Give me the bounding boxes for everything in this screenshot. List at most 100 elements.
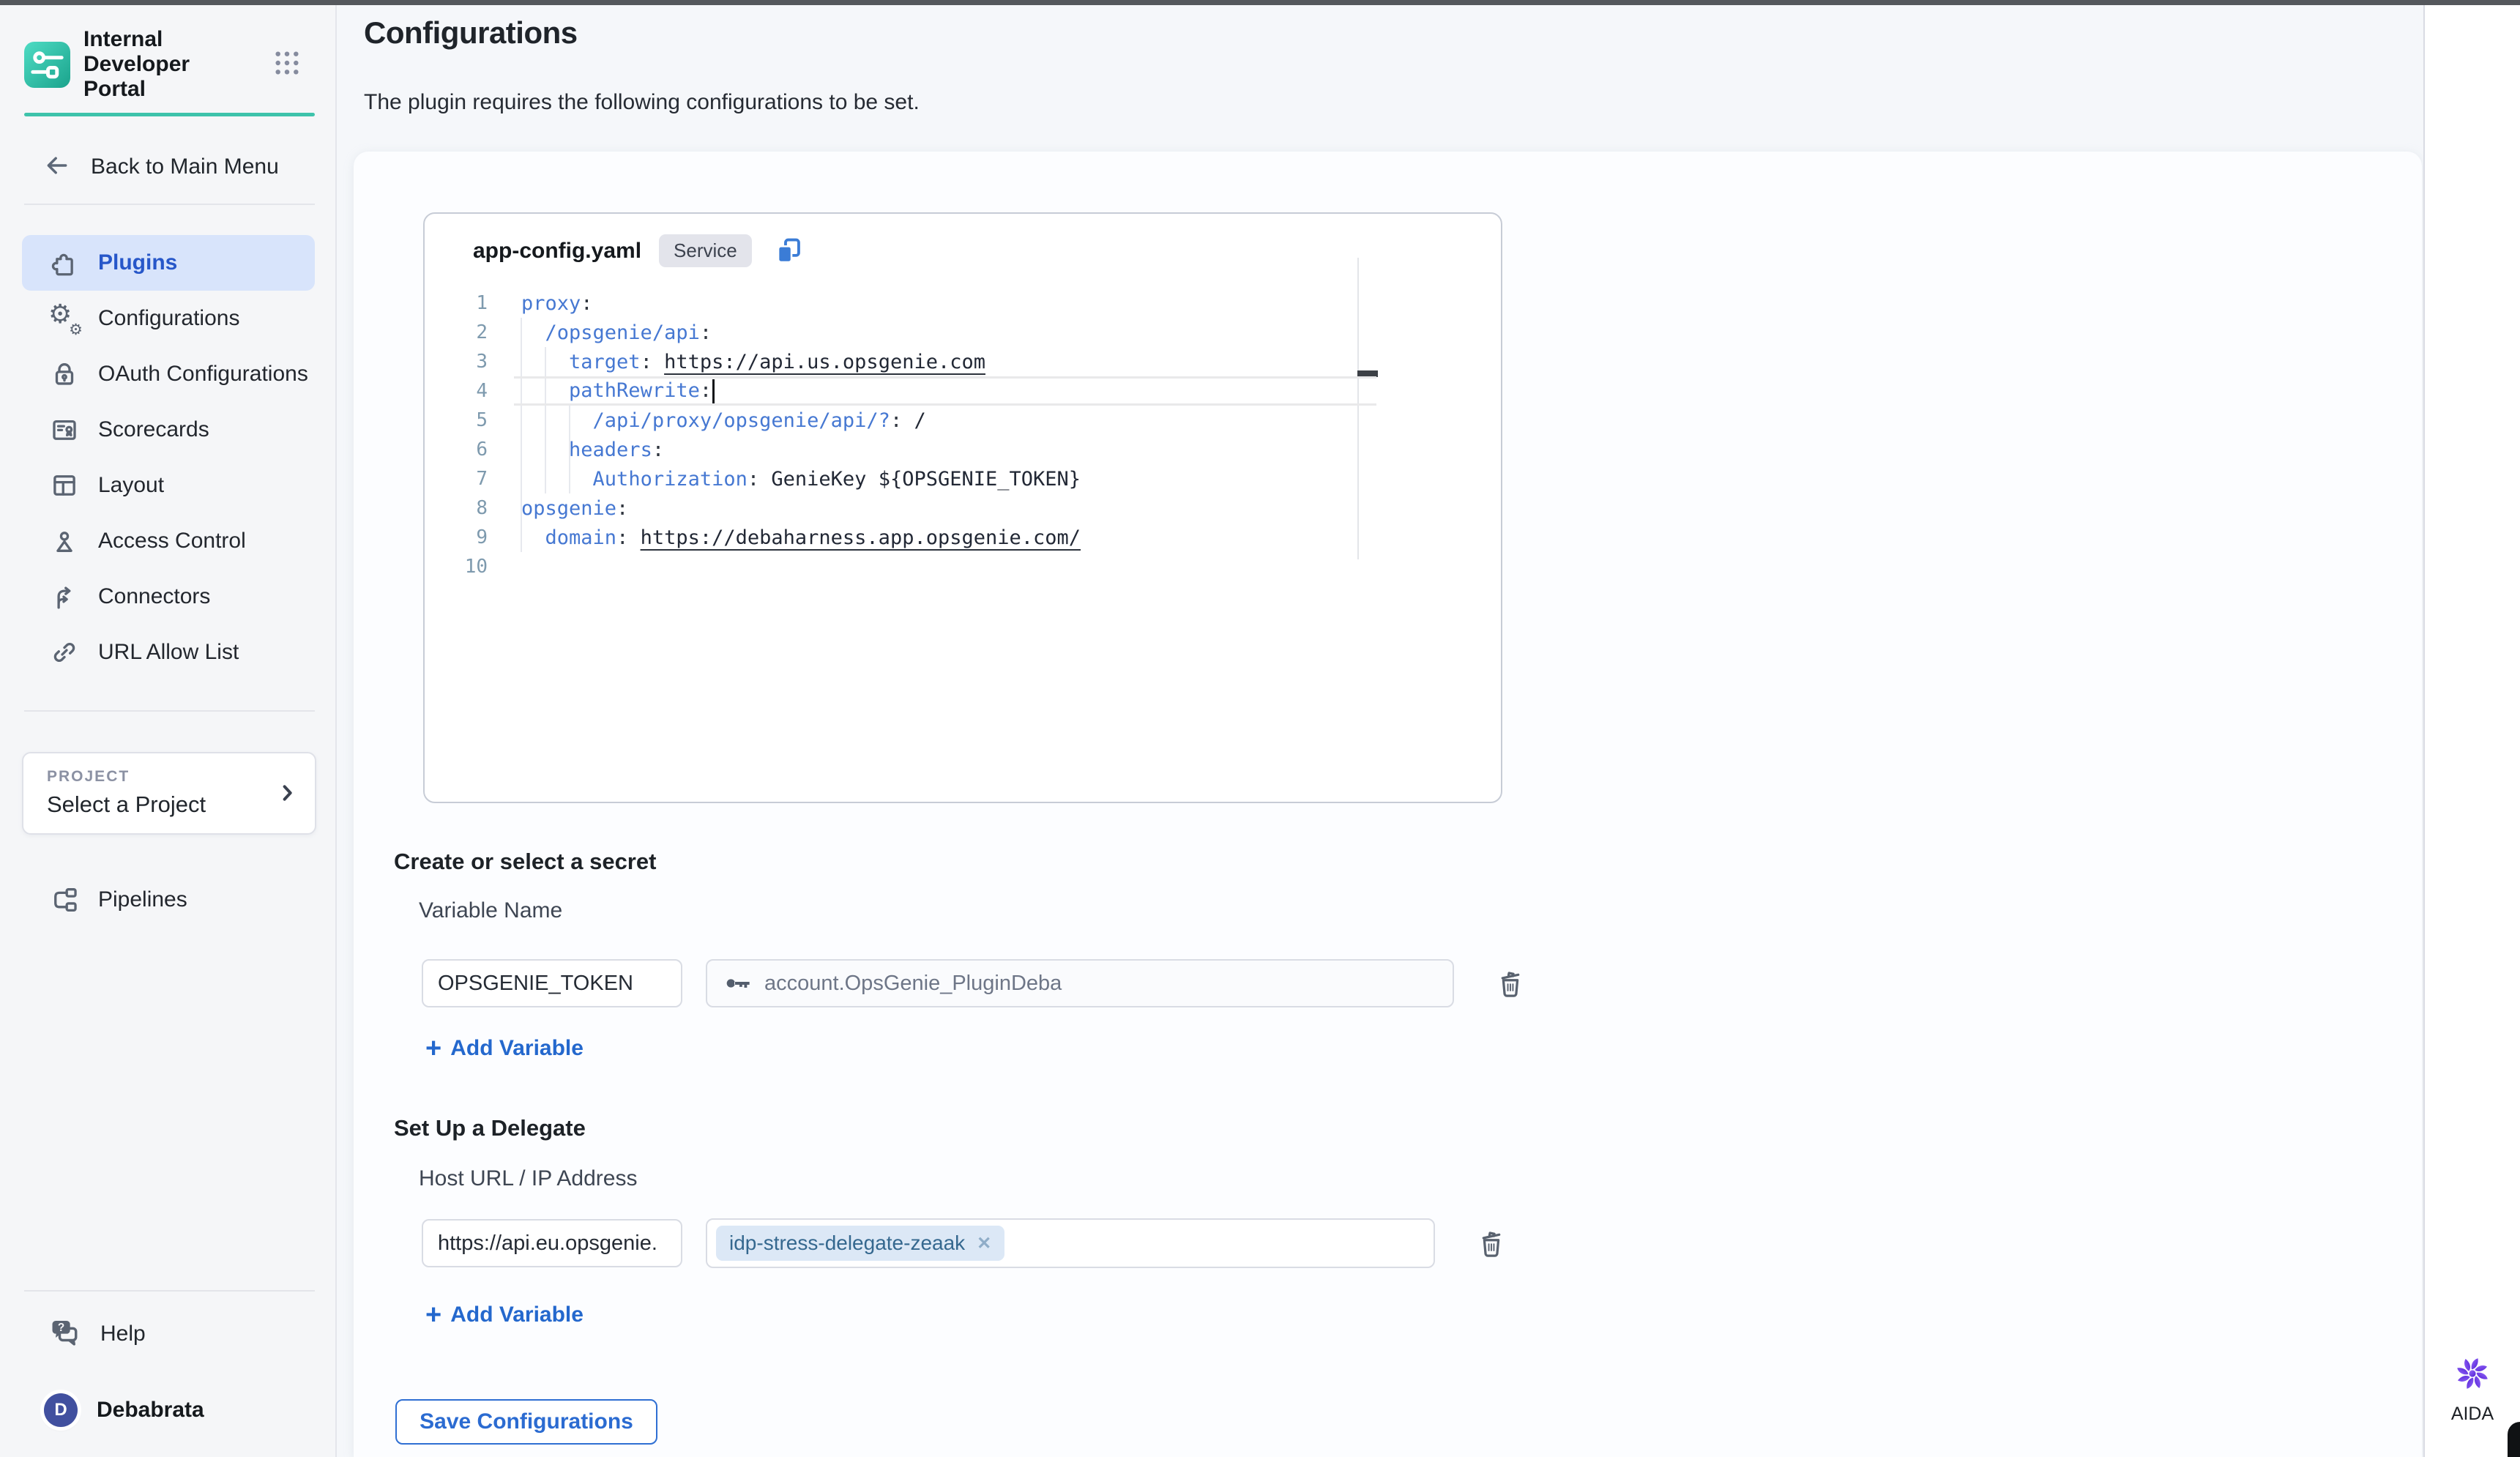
sidebar-item-configurations[interactable]: ⚙⚙ Configurations xyxy=(22,291,315,346)
sidebar-item-label: OAuth Configurations xyxy=(98,362,308,387)
code-line: 8opsgenie: xyxy=(425,493,1499,523)
main-content: Configurations The plugin requires the f… xyxy=(338,5,2422,1457)
help-button[interactable]: ? Help xyxy=(48,1315,146,1352)
sidebar-item-oauth-configurations[interactable]: OAuth Configurations xyxy=(22,346,315,402)
close-icon[interactable]: ✕ xyxy=(977,1233,991,1254)
sidebar-item-label: Connectors xyxy=(98,584,210,609)
trash-icon[interactable] xyxy=(1494,966,1527,1000)
code-line: 10 xyxy=(425,552,1499,581)
project-selector[interactable]: PROJECT Select a Project xyxy=(22,752,316,835)
aida-label: AIDA xyxy=(2451,1404,2494,1425)
page-title: Configurations xyxy=(364,15,578,51)
delegate-tag-label: idp-stress-delegate-zeaak xyxy=(729,1231,965,1255)
add-variable-label: Add Variable xyxy=(450,1036,584,1061)
code-text: /opsgenie/api: xyxy=(488,321,712,344)
editor-filename: app-config.yaml xyxy=(473,239,641,264)
user-menu[interactable]: D Debabrata xyxy=(44,1393,204,1427)
code-line: 2 /opsgenie/api: xyxy=(425,318,1499,347)
code-text: headers: xyxy=(488,439,664,461)
key-icon xyxy=(723,969,753,998)
help-icon: ? xyxy=(48,1315,81,1352)
sidebar-item-connectors[interactable]: Connectors xyxy=(22,569,315,625)
delegate-section-heading: Set Up a Delegate xyxy=(394,1115,586,1141)
lock-icon xyxy=(48,358,81,390)
grid-apps-icon[interactable] xyxy=(272,48,302,81)
code-text: domain: https://debaharness.app.opsgenie… xyxy=(488,526,1081,549)
window-top-edge xyxy=(0,0,2520,5)
back-to-main-menu[interactable]: Back to Main Menu xyxy=(42,149,279,185)
host-url-input[interactable] xyxy=(422,1219,682,1267)
add-variable-button[interactable]: + Add Variable xyxy=(425,1036,584,1061)
divider xyxy=(24,204,315,205)
save-configurations-button[interactable]: Save Configurations xyxy=(395,1399,657,1445)
help-label: Help xyxy=(100,1322,146,1346)
sidebar-item-access-control[interactable]: Access Control xyxy=(22,513,315,569)
connectors-icon xyxy=(48,581,81,613)
line-number: 1 xyxy=(425,292,488,314)
code-line: 5 /api/proxy/opsgenie/api/?: / xyxy=(425,406,1499,435)
brand-underline xyxy=(24,113,315,116)
divider xyxy=(24,710,315,712)
add-variable-label: Add Variable xyxy=(450,1303,584,1327)
aida-widget[interactable]: AIDA xyxy=(2425,1352,2520,1425)
secret-value: account.OpsGenie_PluginDeba xyxy=(764,972,1062,996)
aida-flower-icon xyxy=(2450,1352,2494,1399)
code-line: 9 domain: https://debaharness.app.opsgen… xyxy=(425,523,1499,552)
line-number: 9 xyxy=(425,526,488,548)
code-text: target: https://api.us.opsgenie.com xyxy=(488,351,985,373)
sidebar-item-label: Access Control xyxy=(98,529,246,554)
corner-overlay xyxy=(2508,1422,2520,1457)
code-line: 6 headers: xyxy=(425,435,1499,464)
sidebar: Internal Developer Portal Back to Main M… xyxy=(0,5,337,1457)
secret-select-field[interactable]: account.OpsGenie_PluginDeba xyxy=(706,959,1454,1007)
copy-icon[interactable] xyxy=(772,235,805,267)
line-number: 6 xyxy=(425,439,488,461)
variable-name-label: Variable Name xyxy=(419,898,562,923)
brand-title: Internal Developer Portal xyxy=(83,27,258,102)
sidebar-item-label: Plugins xyxy=(98,250,177,275)
layout-icon xyxy=(48,469,81,502)
variable-name-input[interactable] xyxy=(422,959,682,1007)
host-url-label: Host URL / IP Address xyxy=(419,1166,637,1191)
trash-icon[interactable] xyxy=(1475,1226,1508,1260)
sidebar-item-scorecards[interactable]: Scorecards xyxy=(22,402,315,458)
line-number: 2 xyxy=(425,321,488,343)
link-icon xyxy=(48,636,81,668)
code-text: pathRewrite: xyxy=(488,379,715,403)
add-variable-button[interactable]: + Add Variable xyxy=(425,1303,584,1327)
line-number: 4 xyxy=(425,380,488,402)
sidebar-item-layout[interactable]: Layout xyxy=(22,458,315,513)
project-eyebrow: PROJECT xyxy=(47,768,297,786)
idp-logo xyxy=(24,42,70,88)
gears-icon: ⚙⚙ xyxy=(48,302,81,335)
pipelines-icon xyxy=(48,884,81,916)
sidebar-item-url-allow-list[interactable]: URL Allow List xyxy=(22,625,315,680)
code-line: 1proxy: xyxy=(425,288,1499,318)
sidebar-item-plugins[interactable]: Plugins xyxy=(22,235,315,291)
divider xyxy=(24,1290,315,1292)
chevron-right-icon xyxy=(275,781,299,808)
sidebar-item-label: URL Allow List xyxy=(98,640,239,665)
code-text: Authorization: GenieKey ${OPSGENIE_TOKEN… xyxy=(488,468,1081,491)
back-to-main-menu-label: Back to Main Menu xyxy=(91,154,279,179)
line-number: 3 xyxy=(425,351,488,373)
yaml-editor-card: app-config.yaml Service 1proxy:2 /opsgen… xyxy=(423,212,1502,803)
sidebar-item-pipelines[interactable]: Pipelines xyxy=(22,872,315,928)
delegate-tags-field[interactable]: idp-stress-delegate-zeaak ✕ xyxy=(706,1218,1435,1268)
service-badge: Service xyxy=(659,234,752,267)
user-name: Debabrata xyxy=(97,1398,204,1423)
sidebar-menu: Plugins ⚙⚙ Configurations OAuth Configurati… xyxy=(0,235,337,680)
code-line: 4 pathRewrite: xyxy=(425,376,1499,406)
configuration-panel: app-config.yaml Service 1proxy:2 /opsgen… xyxy=(354,152,2422,1457)
right-rail: AIDA xyxy=(2423,5,2520,1457)
line-number: 10 xyxy=(425,556,488,578)
code-line: 7 Authorization: GenieKey ${OPSGENIE_TOK… xyxy=(425,464,1499,493)
svg-text:?: ? xyxy=(58,1322,64,1334)
sidebar-item-label: Pipelines xyxy=(98,887,187,912)
code-line: 3 target: https://api.us.opsgenie.com xyxy=(425,347,1499,376)
person-icon xyxy=(48,525,81,557)
sidebar-item-label: Configurations xyxy=(98,306,239,331)
code-editor[interactable]: 1proxy:2 /opsgenie/api:3 target: https:/… xyxy=(425,288,1499,800)
secret-row: account.OpsGenie_PluginDeba xyxy=(422,959,1527,1007)
project-label: Select a Project xyxy=(47,791,297,818)
